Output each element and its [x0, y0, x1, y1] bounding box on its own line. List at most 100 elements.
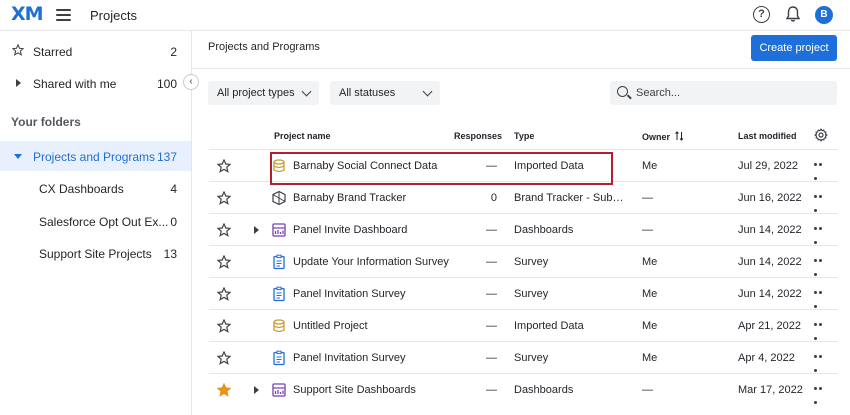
dashboard-icon: [272, 223, 286, 237]
column-header-owner[interactable]: Owner: [642, 131, 684, 142]
project-owner: —: [642, 192, 653, 204]
more-options-icon[interactable]: [814, 387, 828, 404]
responses-count: —: [486, 224, 497, 236]
notification-bell-icon[interactable]: [785, 5, 801, 23]
star-outline-icon[interactable]: [217, 319, 231, 333]
star-outline-icon[interactable]: [217, 255, 231, 269]
project-name[interactable]: Barnaby Social Connect Data: [293, 160, 437, 172]
star-outline-icon[interactable]: [217, 159, 231, 173]
star-outline-icon[interactable]: [217, 287, 231, 301]
more-options-icon[interactable]: [814, 323, 828, 340]
status-filter[interactable]: All statuses: [330, 81, 440, 105]
star-outline-icon[interactable]: [217, 351, 231, 365]
project-name[interactable]: Barnaby Brand Tracker: [293, 192, 406, 204]
sidebar-folder-support-site-projects[interactable]: Support Site Projects 13: [0, 238, 191, 268]
sidebar-item-label: Salesforce Opt Out Ex...: [39, 215, 169, 229]
sidebar-item-count: 4: [170, 182, 177, 196]
sidebar-folder-salesforce-opt-out[interactable]: Salesforce Opt Out Ex... 0: [0, 206, 191, 236]
sidebar-item-count: 13: [163, 247, 177, 261]
star-outline-icon: [12, 44, 24, 56]
project-owner: Me: [642, 256, 658, 268]
app-title: Projects: [90, 8, 137, 23]
last-modified: Jul 29, 2022: [738, 160, 798, 172]
table-row[interactable]: Support Site Dashboards — Dashboards — Mar 1…: [209, 373, 838, 405]
top-bar: XM Projects ? B: [0, 0, 850, 31]
more-options-icon[interactable]: [814, 195, 828, 212]
responses-count: —: [486, 256, 497, 268]
project-type-filter[interactable]: All project types: [208, 81, 319, 105]
sidebar-folder-projects-and-programs[interactable]: Projects and Programs 137: [0, 141, 191, 171]
table-row[interactable]: Barnaby Social Connect Data — Imported Dat…: [209, 149, 838, 181]
sidebar-item-label: Projects and Programs: [33, 150, 156, 164]
project-name[interactable]: Support Site Dashboards: [293, 384, 416, 396]
table-row[interactable]: Panel Invitation Survey — Survey Me Apr 4, 2…: [209, 341, 838, 373]
project-type: Survey: [514, 256, 549, 268]
column-header-name[interactable]: Project name: [274, 131, 331, 141]
dashboard-icon: [272, 383, 286, 397]
sidebar-item-count: 2: [170, 45, 177, 59]
divider: [192, 68, 850, 69]
responses-count: —: [486, 160, 497, 172]
table-row[interactable]: Panel Invitation Survey — Survey Me Jun 14, …: [209, 277, 838, 309]
create-project-button[interactable]: Create project: [751, 35, 837, 61]
responses-count: 0: [490, 192, 497, 204]
imported-data-icon: [273, 319, 285, 333]
project-name[interactable]: Panel Invite Dashboard: [293, 224, 407, 236]
star-outline-icon[interactable]: [217, 191, 231, 205]
chevron-right-icon[interactable]: [16, 79, 21, 87]
column-header-last-modified[interactable]: Last modified: [738, 131, 797, 141]
expand-row-icon[interactable]: [254, 226, 259, 234]
project-name[interactable]: Update Your Information Survey: [293, 256, 449, 268]
search-box[interactable]: [610, 81, 837, 105]
sidebar-item-shared[interactable]: Shared with me 100: [0, 68, 191, 98]
xm-logo[interactable]: XM: [11, 3, 44, 25]
search-input[interactable]: [636, 85, 826, 101]
sidebar-item-label: Shared with me: [33, 77, 117, 91]
sidebar-folder-cx-dashboards[interactable]: CX Dashboards 4: [0, 173, 191, 203]
user-avatar[interactable]: B: [815, 6, 833, 24]
star-outline-icon[interactable]: [217, 223, 231, 237]
gear-icon[interactable]: [814, 128, 828, 142]
sidebar: Starred 2 Shared with me 100 Your folder…: [0, 31, 192, 415]
survey-icon: [273, 350, 285, 366]
table-row[interactable]: Panel Invite Dashboard — Dashboards — Jun 14…: [209, 213, 838, 245]
search-icon: [617, 86, 628, 97]
expand-row-icon[interactable]: [254, 386, 259, 394]
project-name[interactable]: Panel Invitation Survey: [293, 288, 406, 300]
more-options-icon[interactable]: [814, 355, 828, 372]
project-type: Dashboards: [514, 384, 574, 396]
more-options-icon[interactable]: [814, 227, 828, 244]
filter-label: All project types: [217, 87, 295, 99]
menu-icon[interactable]: [56, 9, 71, 21]
help-icon[interactable]: ?: [753, 6, 770, 23]
project-name[interactable]: Panel Invitation Survey: [293, 352, 406, 364]
project-type: Survey: [514, 288, 549, 300]
more-options-icon[interactable]: [814, 163, 828, 180]
responses-count: —: [486, 288, 497, 300]
sort-icon[interactable]: [674, 131, 684, 141]
column-header-type[interactable]: Type: [514, 131, 534, 141]
project-name[interactable]: Untitled Project: [293, 320, 368, 332]
star-filled-icon[interactable]: [217, 383, 231, 397]
brand-tracker-icon: [272, 190, 286, 206]
last-modified: Jun 14, 2022: [738, 256, 802, 268]
project-type: Survey: [514, 352, 549, 364]
breadcrumb: Projects and Programs: [208, 41, 320, 53]
project-type: Brand Tracker - Subscri...: [514, 192, 626, 204]
responses-count: —: [486, 384, 497, 396]
sidebar-item-label: Starred: [33, 45, 73, 59]
table-row[interactable]: Barnaby Brand Tracker 0 Brand Tracker - Su…: [209, 181, 838, 213]
sidebar-item-count: 0: [170, 215, 177, 229]
more-options-icon[interactable]: [814, 291, 828, 308]
project-owner: —: [642, 224, 653, 236]
more-options-icon[interactable]: [814, 259, 828, 276]
chevron-down-icon[interactable]: [14, 154, 22, 159]
sidebar-item-starred[interactable]: Starred 2: [0, 36, 191, 66]
responses-count: —: [486, 352, 497, 364]
last-modified: Jun 14, 2022: [738, 224, 802, 236]
sidebar-item-label: Support Site Projects: [39, 247, 152, 261]
table-row[interactable]: Untitled Project — Imported Data Me Apr 21, …: [209, 309, 838, 341]
table-row[interactable]: Update Your Information Survey — Survey Me J…: [209, 245, 838, 277]
collapse-sidebar-button[interactable]: ‹: [183, 74, 199, 90]
column-header-responses[interactable]: Responses: [454, 131, 502, 141]
